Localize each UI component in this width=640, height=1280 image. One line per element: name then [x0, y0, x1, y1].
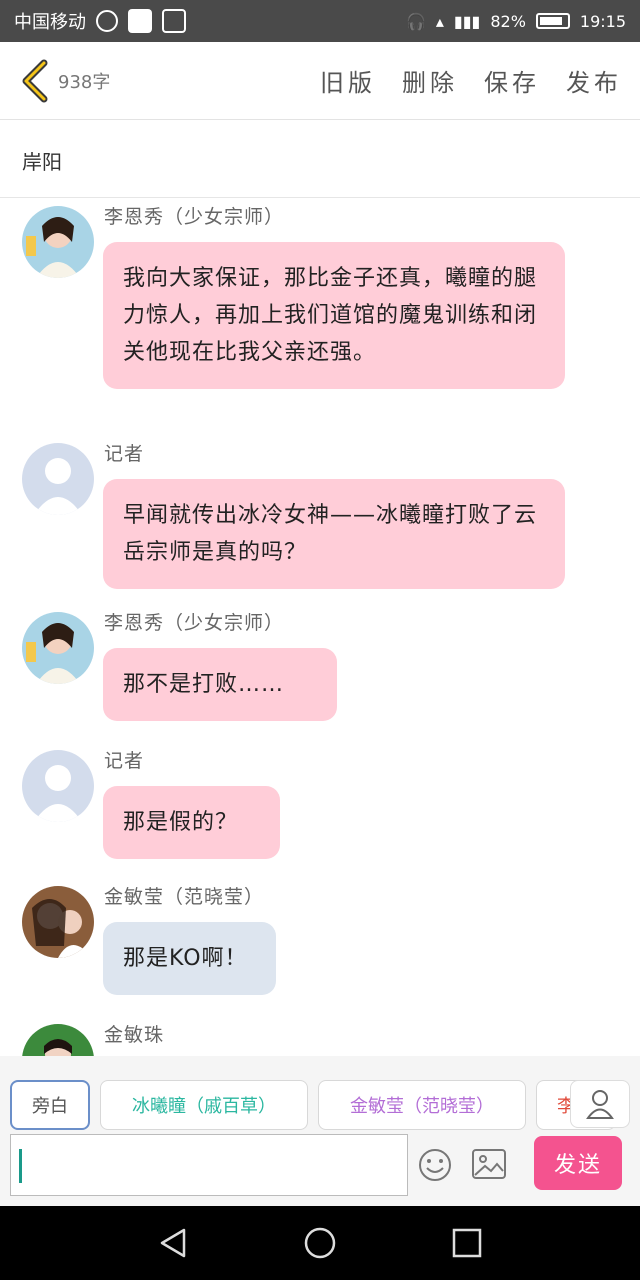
speaker-name: 记者 [104, 443, 145, 465]
editor-header: 938字 旧版 删除 保存 发布 [0, 42, 640, 120]
chat-list[interactable]: 李恩秀（少女宗师） 我向大家保证，那比金子还真，曦瞳的腿力惊人，再加上我们道馆的… [0, 198, 640, 1056]
add-role-button[interactable] [570, 1080, 630, 1128]
avatar[interactable] [22, 443, 94, 515]
speaker-name: 金敏珠 [104, 1024, 165, 1046]
speaker-name: 记者 [104, 750, 145, 772]
save-button[interactable]: 保存 [484, 63, 540, 98]
composer-panel: 旁白 冰曦瞳（戚百草） 金敏莹（范晓莹） 李 发送 [0, 1056, 640, 1206]
publish-button[interactable]: 发布 [566, 63, 622, 98]
avatar[interactable] [22, 206, 94, 278]
role-narrator[interactable]: 旁白 [10, 1080, 90, 1130]
word-count: 938字 [58, 71, 111, 93]
app-notification-icon [128, 9, 152, 33]
status-bar: 中国移动 🎧 ▴ ▮▮▮ 82% 19:15 [0, 0, 640, 42]
old-version-button[interactable]: 旧版 [320, 63, 376, 98]
avatar[interactable] [22, 750, 94, 822]
battery-icon [535, 13, 570, 29]
recents-nav-icon[interactable] [450, 1226, 484, 1260]
role-character[interactable]: 冰曦瞳（戚百草） [100, 1080, 308, 1130]
chevron-left-icon [22, 59, 48, 102]
back-nav-icon[interactable] [156, 1226, 190, 1260]
gallery-notification-icon [162, 9, 186, 33]
system-nav-bar [0, 1206, 640, 1280]
role-character[interactable]: 金敏莹（范晓莹） [318, 1080, 526, 1130]
message-bubble[interactable]: 那不是打败…… [103, 648, 337, 721]
app-notification-icon [96, 10, 118, 32]
speaker-name: 金敏莹（范晓莹） [104, 886, 265, 908]
message-bubble[interactable]: 我向大家保证，那比金子还真，曦瞳的腿力惊人，再加上我们道馆的魔鬼训练和闭关他现在… [103, 242, 565, 389]
image-icon[interactable] [472, 1149, 506, 1179]
message-bubble[interactable]: 那是KO啊！ [103, 922, 276, 995]
wifi-icon: ▴ [435, 11, 444, 31]
signal-icon: ▮▮▮ [453, 11, 481, 31]
avatar[interactable] [22, 612, 94, 684]
back-button[interactable] [18, 58, 52, 104]
chapter-title[interactable]: 岸阳 [0, 120, 640, 198]
person-icon [586, 1090, 614, 1119]
clock: 19:15 [579, 11, 626, 31]
headphones-icon: 🎧 [405, 11, 426, 31]
delete-button[interactable]: 删除 [402, 63, 458, 98]
role-selector[interactable]: 旁白 冰曦瞳（戚百草） 金敏莹（范晓莹） 李 [10, 1080, 630, 1130]
message-bubble[interactable]: 早闻就传出冰冷女神——冰曦瞳打败了云岳宗师是真的吗？ [103, 479, 565, 589]
speaker-name: 李恩秀（少女宗师） [104, 612, 285, 634]
home-nav-icon[interactable] [303, 1226, 337, 1260]
carrier-label: 中国移动 [14, 12, 86, 33]
send-button[interactable]: 发送 [534, 1136, 622, 1190]
emoji-icon[interactable] [418, 1148, 452, 1182]
text-cursor [19, 1149, 22, 1183]
message-input[interactable] [10, 1134, 408, 1196]
avatar[interactable] [22, 886, 94, 958]
message-bubble[interactable]: 那是假的？ [103, 786, 280, 859]
avatar[interactable] [22, 1024, 94, 1056]
battery-percent: 82% [490, 11, 526, 31]
speaker-name: 李恩秀（少女宗师） [104, 206, 285, 228]
